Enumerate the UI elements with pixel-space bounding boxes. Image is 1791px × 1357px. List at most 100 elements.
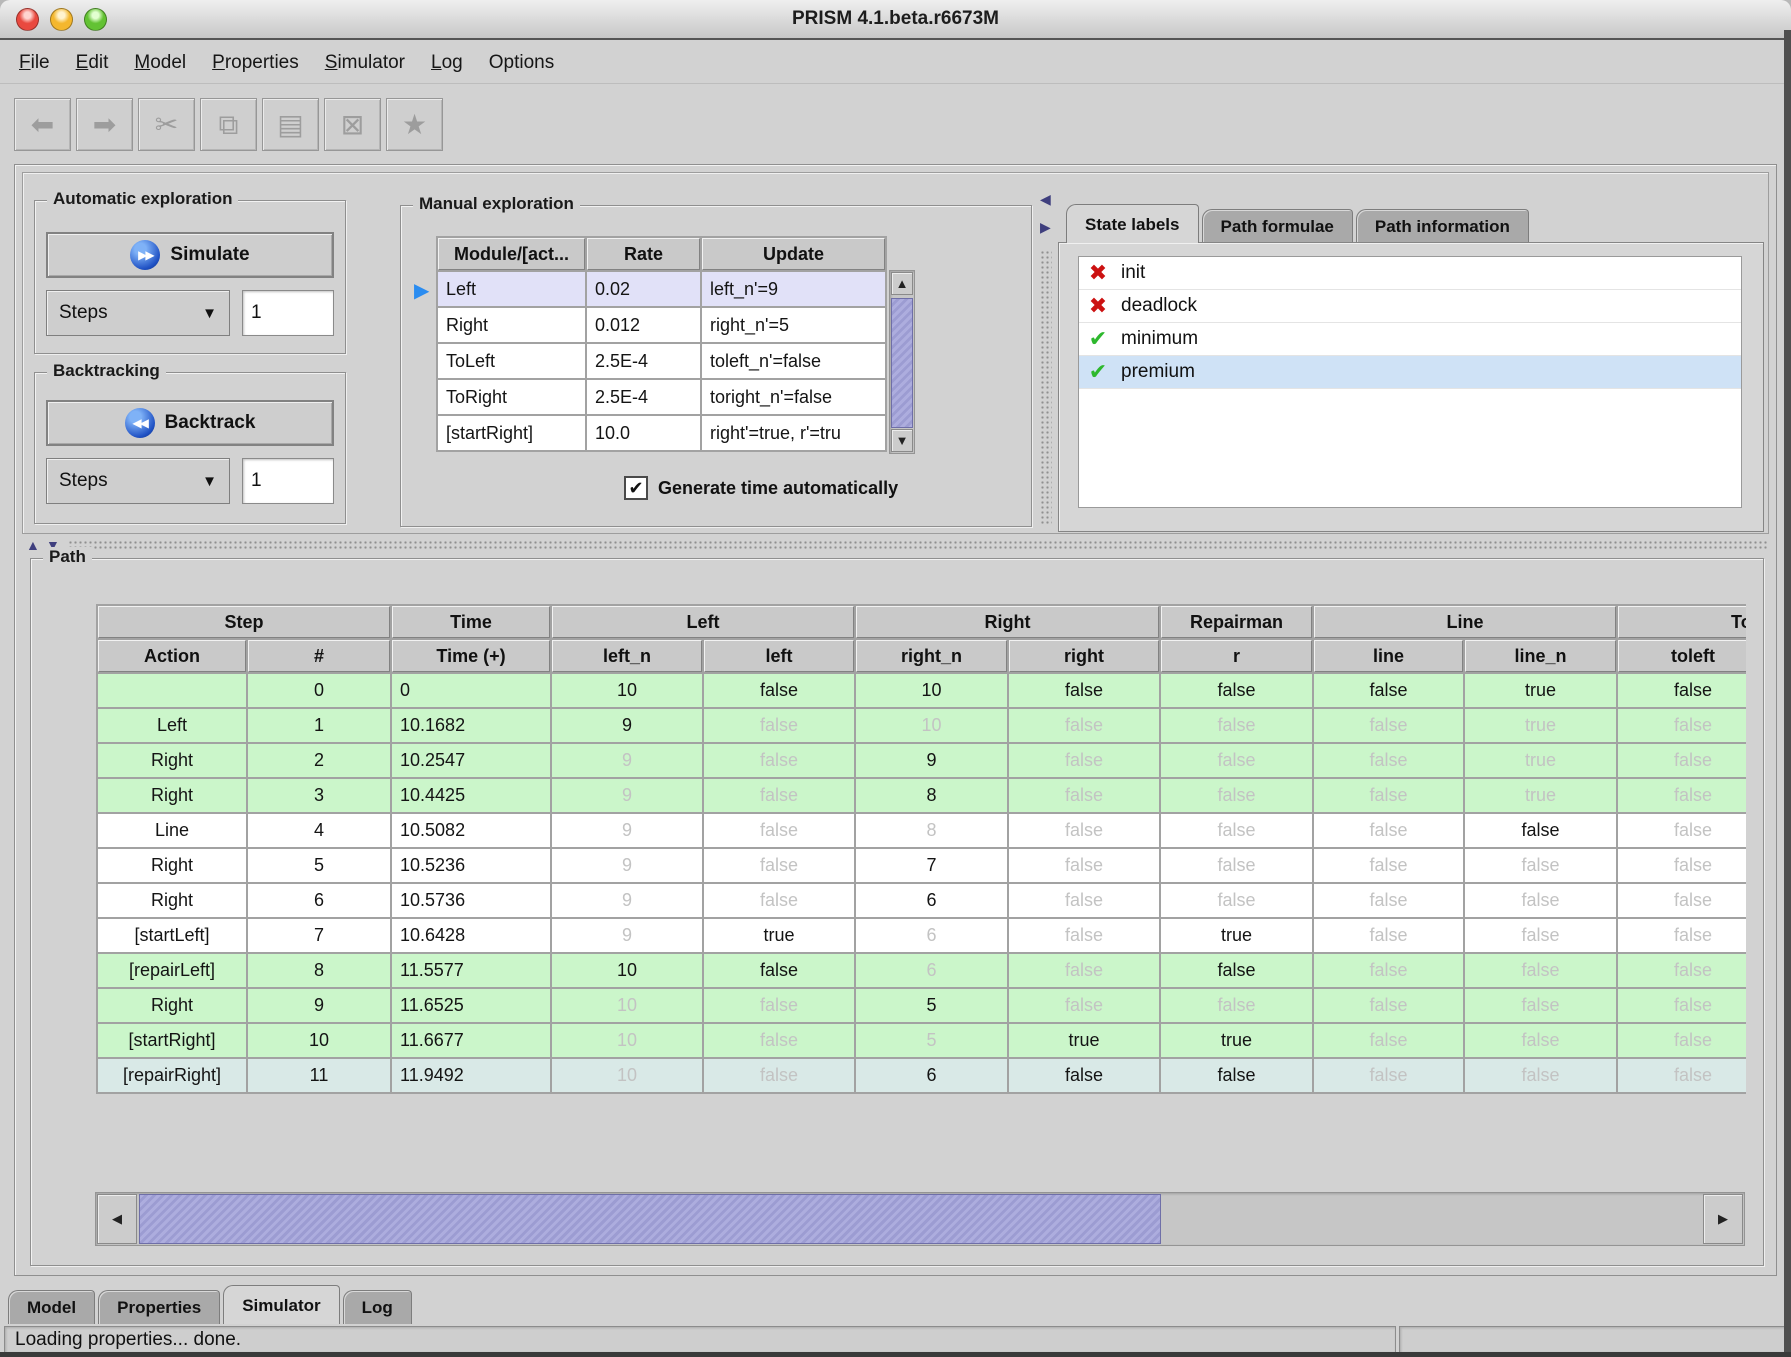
generate-time-checkbox[interactable]: ✔: [624, 476, 648, 500]
column-header[interactable]: left_n: [552, 640, 702, 672]
path-cell: Right: [98, 779, 246, 812]
tab-model[interactable]: Model: [8, 1290, 95, 1324]
menu-file[interactable]: File: [6, 52, 63, 74]
path-cell: true: [1465, 779, 1616, 812]
column-header[interactable]: Time (+): [392, 640, 550, 672]
simulate-steps-input[interactable]: [242, 290, 334, 336]
updates-scrollbar-thumb[interactable]: [891, 298, 913, 428]
chevron-down-icon: ▼: [202, 473, 217, 490]
collapse-left-icon[interactable]: ◀: [1040, 192, 1051, 206]
tab-properties[interactable]: Properties: [98, 1290, 220, 1324]
path-cell: false: [704, 709, 854, 742]
updates-scrollbar[interactable]: ▲ ▼: [889, 270, 915, 454]
update-row[interactable]: ToLeft2.5E-4toleft_n'=false: [438, 344, 885, 378]
state-label-premium[interactable]: ✔premium: [1079, 356, 1741, 389]
path-cell: false: [1618, 1059, 1746, 1092]
path-scrollbar[interactable]: ◀ ▶: [95, 1192, 1745, 1246]
undo-button[interactable]: ⬅: [14, 98, 71, 151]
group-header-to[interactable]: To: [1618, 606, 1746, 638]
update-row[interactable]: ToRight2.5E-4toright_n'=false: [438, 380, 885, 414]
tab-path-information[interactable]: Path information: [1356, 209, 1529, 243]
redo-button[interactable]: ➡: [76, 98, 133, 151]
group-header-left[interactable]: Left: [552, 606, 854, 638]
path-cell: 0: [392, 674, 550, 707]
collapse-up-icon[interactable]: ▲: [26, 538, 40, 552]
path-row[interactable]: [startLeft]710.64289true6falsetruefalsef…: [98, 919, 1746, 952]
menu-log[interactable]: Log: [418, 52, 476, 74]
copy-button[interactable]: ⧉: [200, 98, 257, 151]
scroll-down-icon[interactable]: ▼: [891, 429, 913, 452]
menu-edit[interactable]: Edit: [63, 52, 122, 74]
star-button[interactable]: ★: [386, 98, 443, 151]
paste-button[interactable]: ▤: [262, 98, 319, 151]
state-tabpane-tabs: State labelsPath formulaePath informatio…: [1066, 204, 1529, 243]
delete-button[interactable]: ⊠: [324, 98, 381, 151]
column-header[interactable]: #: [248, 640, 390, 672]
path-cell: 9: [552, 849, 702, 882]
group-header-time[interactable]: Time: [392, 606, 550, 638]
path-row[interactable]: [startRight]1011.667710false5truetruefal…: [98, 1024, 1746, 1057]
group-header-repairman[interactable]: Repairman: [1161, 606, 1312, 638]
vertical-split-divider[interactable]: [1040, 250, 1052, 526]
path-scrollbar-thumb[interactable]: [139, 1194, 1161, 1244]
update-row[interactable]: Right0.012right_n'=5: [438, 308, 885, 342]
scroll-left-icon[interactable]: ◀: [97, 1194, 137, 1244]
path-row[interactable]: [repairRight]1111.949210false6falsefalse…: [98, 1059, 1746, 1092]
simulate-steps-select[interactable]: Steps ▼: [46, 290, 230, 336]
state-label-minimum[interactable]: ✔minimum: [1079, 323, 1741, 356]
cut-button[interactable]: ✂: [138, 98, 195, 151]
path-row[interactable]: Right310.44259false8falsefalsefalsetruef…: [98, 779, 1746, 812]
backtrack-button[interactable]: ◀◀ Backtrack: [46, 400, 334, 446]
menu-simulator[interactable]: Simulator: [312, 52, 418, 74]
column-header[interactable]: toleft: [1618, 640, 1746, 672]
path-cell: 11.6677: [392, 1024, 550, 1057]
column-header[interactable]: Module/[act...: [438, 238, 585, 270]
path-row[interactable]: Right210.25479false9falsefalsefalsetruef…: [98, 744, 1746, 777]
scroll-right-icon[interactable]: ▶: [1703, 1194, 1743, 1244]
menu-properties[interactable]: Properties: [199, 52, 312, 74]
path-cell: false: [1009, 779, 1159, 812]
group-header-step[interactable]: Step: [98, 606, 390, 638]
tab-state-labels[interactable]: State labels: [1066, 204, 1199, 243]
path-row[interactable]: 0010false10falsefalsefalsetruefalse: [98, 674, 1746, 707]
column-header[interactable]: right: [1009, 640, 1159, 672]
column-header[interactable]: r: [1161, 640, 1312, 672]
path-row[interactable]: [repairLeft]811.557710false6falsefalsefa…: [98, 954, 1746, 987]
state-label-deadlock[interactable]: ✖deadlock: [1079, 290, 1741, 323]
group-header-line[interactable]: Line: [1314, 606, 1616, 638]
tab-simulator[interactable]: Simulator: [223, 1285, 339, 1324]
tab-log[interactable]: Log: [343, 1290, 412, 1324]
update-cell: 2.5E-4: [587, 344, 700, 378]
path-cell: Right: [98, 884, 246, 917]
scroll-up-icon[interactable]: ▲: [891, 272, 913, 295]
path-row[interactable]: Left110.16829false10falsefalsefalsetruef…: [98, 709, 1746, 742]
state-label-init[interactable]: ✖init: [1079, 257, 1741, 290]
column-header[interactable]: right_n: [856, 640, 1007, 672]
path-cell: 6: [856, 919, 1007, 952]
path-cell: false: [1618, 779, 1746, 812]
path-row[interactable]: Right911.652510false5falsefalsefalsefals…: [98, 989, 1746, 1022]
path-row[interactable]: Right610.57369false6falsefalsefalsefalse…: [98, 884, 1746, 917]
column-header[interactable]: Update: [702, 238, 885, 270]
column-header[interactable]: Action: [98, 640, 246, 672]
backtrack-steps-input[interactable]: [242, 458, 334, 504]
group-header-right[interactable]: Right: [856, 606, 1159, 638]
menu-options[interactable]: Options: [476, 52, 567, 74]
backtrack-steps-select[interactable]: Steps ▼: [46, 458, 230, 504]
column-header[interactable]: Rate: [587, 238, 700, 270]
column-header[interactable]: line: [1314, 640, 1463, 672]
path-cell: 9: [552, 814, 702, 847]
path-row[interactable]: Right510.52369false7falsefalsefalsefalse…: [98, 849, 1746, 882]
tab-path-formulae[interactable]: Path formulae: [1202, 209, 1353, 243]
path-row[interactable]: Line410.50829false8falsefalsefalsefalsef…: [98, 814, 1746, 847]
update-row[interactable]: Left0.02left_n'=9: [438, 272, 885, 306]
collapse-right-icon[interactable]: ▶: [1040, 220, 1051, 234]
simulate-button[interactable]: ▶▶ Simulate: [46, 232, 334, 278]
menu-model[interactable]: Model: [121, 52, 199, 74]
column-header[interactable]: left: [704, 640, 854, 672]
column-header[interactable]: line_n: [1465, 640, 1616, 672]
update-row[interactable]: [startRight]10.0right'=true, r'=tru: [438, 416, 885, 450]
path-cell: 10: [552, 989, 702, 1022]
horizontal-split-divider[interactable]: [68, 540, 1768, 550]
path-cell: false: [1009, 814, 1159, 847]
